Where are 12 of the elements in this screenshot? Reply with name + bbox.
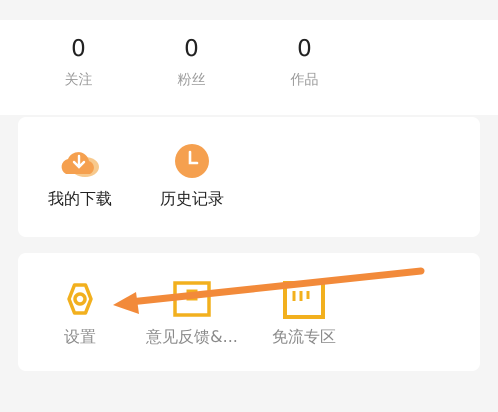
bar-chart-icon[interactable] <box>282 279 326 319</box>
stat-count: 0 <box>297 36 312 64</box>
stat-label: 关注 <box>64 70 92 90</box>
menu-item-label[interactable]: 历史记录 <box>160 187 224 211</box>
menu-item-label[interactable]: 意见反馈&... <box>146 325 238 349</box>
stat-count: 0 <box>184 36 199 64</box>
menu-item-label[interactable]: 我的下载 <box>48 187 112 211</box>
stat-label: 粉丝 <box>178 70 206 90</box>
menu-item-label[interactable]: 设置 <box>64 325 96 349</box>
stat-label: 作品 <box>290 70 318 90</box>
menu-item-label[interactable]: 免流专区 <box>272 325 336 349</box>
stat-count: 0 <box>71 36 86 64</box>
